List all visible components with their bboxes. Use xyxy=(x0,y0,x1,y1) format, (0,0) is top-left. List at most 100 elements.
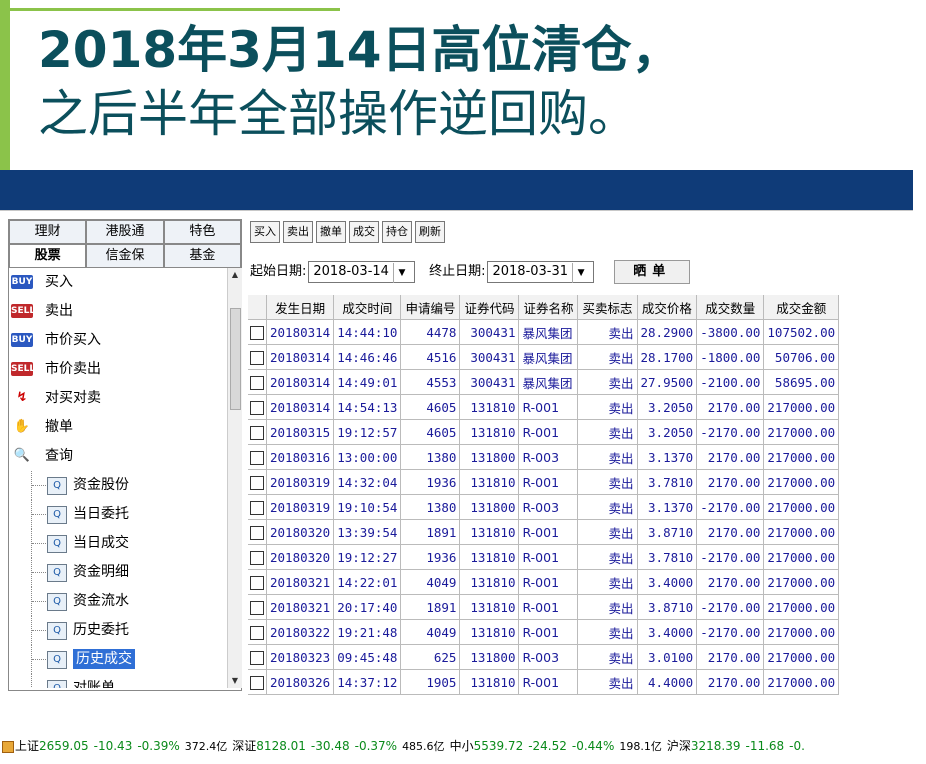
row-checkbox[interactable] xyxy=(250,425,264,440)
tab-stocks[interactable]: 股票 xyxy=(9,244,87,268)
start-date-select[interactable]: 2018-03-14 ▼ xyxy=(308,260,415,283)
toolbar-positions-button[interactable]: 持仓 xyxy=(382,221,412,243)
menu-scrollbar[interactable]: ▲ ▼ xyxy=(227,268,242,688)
left-panel: 理财 港股通 特色 股票 信金保 基金 BUY 买入 SELL 卖出 BUY 市价买入… xyxy=(8,219,242,691)
column-header-name[interactable]: 证券名称 xyxy=(518,295,579,320)
cell-code: 131810 xyxy=(459,594,520,620)
toolbar-sell-button[interactable]: 卖出 xyxy=(283,221,313,243)
table-row[interactable]: 20180321 20:17:40 1891 131810 R-001 卖出 3.8710-… xyxy=(248,594,840,620)
menu-item-query[interactable]: 🔍 查询 xyxy=(9,442,227,471)
toolbar-buy-button[interactable]: 买入 xyxy=(250,221,280,243)
submenu-fund-flow[interactable]: Q 资金流水 xyxy=(9,587,227,616)
cell-time: 19:12:27 xyxy=(333,544,402,570)
column-header-price[interactable]: 成交价格 xyxy=(637,295,698,320)
menu-item-sell[interactable]: SELL 卖出 xyxy=(9,297,227,326)
cell-quantity: 2170.00 xyxy=(696,394,765,420)
table-row[interactable]: 20180326 14:37:12 1905 131810 R-001 卖出 4.4000 2… xyxy=(248,669,840,695)
column-header-code[interactable]: 证券代码 xyxy=(459,295,520,320)
table-row[interactable]: 20180319 14:32:04 1936 131810 R-001 卖出 3.7810 2… xyxy=(248,469,840,495)
menu-item-cancel-order[interactable]: ✋ 撤单 xyxy=(9,413,227,442)
tab-xinjinbao[interactable]: 信金保 xyxy=(86,244,164,268)
toolbar-cancel-button[interactable]: 撤单 xyxy=(316,221,346,243)
cell-price: 28.2900 xyxy=(637,319,698,345)
column-header-quantity[interactable]: 成交数量 xyxy=(696,295,765,320)
table-row[interactable]: 20180319 19:10:54 1380 131800 R-003 卖出 3.1370-… xyxy=(248,494,840,520)
tab-ganggutong[interactable]: 港股通 xyxy=(86,220,164,244)
share-trades-button[interactable]: 晒单 xyxy=(614,259,691,284)
table-row[interactable]: 20180314 14:49:01 4553 300431 暴风集团 卖出 27.9500-… xyxy=(248,369,840,395)
column-header-amount[interactable]: 成交金额 xyxy=(763,295,840,320)
toolbar-refresh-button[interactable]: 刷新 xyxy=(415,221,445,243)
toolbar-trades-button[interactable]: 成交 xyxy=(349,221,379,243)
cell-side: 卖出 xyxy=(577,644,638,670)
slide-accent-bar xyxy=(0,0,10,190)
tab-funds[interactable]: 基金 xyxy=(163,244,241,268)
submenu-history-trades[interactable]: Q 历史成交 xyxy=(9,645,227,674)
end-date-select[interactable]: 2018-03-31 ▼ xyxy=(487,260,595,283)
row-checkbox[interactable] xyxy=(250,375,264,390)
submenu-history-orders[interactable]: Q 历史委托 xyxy=(9,616,227,645)
tab-licai[interactable]: 理财 xyxy=(9,220,87,244)
table-row[interactable]: 20180314 14:44:10 4478 300431 暴风集团 卖出 28.2900-… xyxy=(248,319,840,345)
row-checkbox[interactable] xyxy=(250,450,264,465)
submenu-funds-positions[interactable]: Q 资金股份 xyxy=(9,471,227,500)
cell-code: 131810 xyxy=(459,419,520,445)
cell-order-no: 1891 xyxy=(400,519,461,545)
table-row[interactable]: 20180316 13:00:00 1380 131800 R-003 卖出 3.1370 2… xyxy=(248,444,840,470)
table-row[interactable]: 20180320 13:39:54 1891 131810 R-001 卖出 3.8710 2… xyxy=(248,519,840,545)
row-checkbox-cell xyxy=(248,419,267,445)
row-checkbox[interactable] xyxy=(250,625,264,640)
row-checkbox[interactable] xyxy=(250,600,264,615)
cell-side: 卖出 xyxy=(577,619,638,645)
cell-quantity: -2170.00 xyxy=(696,419,765,445)
submenu-statement[interactable]: Q 对账单 xyxy=(9,674,227,688)
scrollbar-thumb[interactable] xyxy=(230,308,241,410)
cell-name: 暴风集团 xyxy=(518,369,579,395)
slide-title-line2: 之后半年全部操作逆回购。 xyxy=(38,85,638,143)
menu-item-label: 买入 xyxy=(45,274,73,290)
row-checkbox[interactable] xyxy=(250,575,264,590)
table-row[interactable]: 20180322 19:21:48 4049 131810 R-001 卖出 3.4000-… xyxy=(248,619,840,645)
table-row[interactable]: 20180314 14:54:13 4605 131810 R-001 卖出 3.2050 2… xyxy=(248,394,840,420)
submenu-today-trades[interactable]: Q 当日成交 xyxy=(9,529,227,558)
column-header-side[interactable]: 买卖标志 xyxy=(577,295,638,320)
row-checkbox-cell xyxy=(248,544,267,570)
chevron-down-icon[interactable]: ▼ xyxy=(392,262,410,283)
table-row[interactable]: 20180321 14:22:01 4049 131810 R-001 卖出 3.4000 2… xyxy=(248,569,840,595)
cell-code: 300431 xyxy=(459,369,520,395)
cell-time: 19:10:54 xyxy=(333,494,402,520)
menu-item-buy[interactable]: BUY 买入 xyxy=(9,268,227,297)
menu-item-cross-trade[interactable]: ↯ 对买对卖 xyxy=(9,384,227,413)
submenu-fund-details[interactable]: Q 资金明细 xyxy=(9,558,227,587)
menu-item-market-buy[interactable]: BUY 市价买入 xyxy=(9,326,227,355)
row-checkbox[interactable] xyxy=(250,525,264,540)
submenu-today-orders[interactable]: Q 当日委托 xyxy=(9,500,227,529)
row-checkbox[interactable] xyxy=(250,550,264,565)
scroll-up-arrow-icon[interactable]: ▲ xyxy=(228,268,242,282)
row-checkbox[interactable] xyxy=(250,350,264,365)
row-checkbox[interactable] xyxy=(250,400,264,415)
scroll-down-arrow-icon[interactable]: ▼ xyxy=(228,674,242,688)
row-checkbox[interactable] xyxy=(250,325,264,340)
row-checkbox[interactable] xyxy=(250,675,264,690)
column-header-time[interactable]: 成交时间 xyxy=(333,295,402,320)
row-checkbox[interactable] xyxy=(250,475,264,490)
index-percent: -0.37% xyxy=(354,739,398,753)
table-row[interactable]: 20180314 14:46:46 4516 300431 暴风集团 卖出 28.1700-… xyxy=(248,344,840,370)
table-row[interactable]: 20180315 19:12:57 4605 131810 R-001 卖出 3.2050-… xyxy=(248,419,840,445)
column-header-date[interactable]: 发生日期 xyxy=(266,295,335,320)
cell-date: 20180322 xyxy=(266,619,335,645)
table-row[interactable]: 20180323 09:45:48 625 131800 R-003 卖出 3.0100 21… xyxy=(248,644,840,670)
column-header-order-no[interactable]: 申请编号 xyxy=(400,295,461,320)
report-icon: Q xyxy=(47,651,67,669)
cell-order-no: 1380 xyxy=(400,444,461,470)
cell-order-no: 4605 xyxy=(400,394,461,420)
row-checkbox[interactable] xyxy=(250,650,264,665)
menu-item-market-sell[interactable]: SELL 市价卖出 xyxy=(9,355,227,384)
tab-tese[interactable]: 特色 xyxy=(163,220,241,244)
chevron-down-icon[interactable]: ▼ xyxy=(572,262,589,283)
row-checkbox[interactable] xyxy=(250,500,264,515)
cell-date: 20180320 xyxy=(266,519,335,545)
table-row[interactable]: 20180320 19:12:27 1936 131810 R-001 卖出 3.7810-… xyxy=(248,544,840,570)
tree-connector xyxy=(31,500,46,529)
